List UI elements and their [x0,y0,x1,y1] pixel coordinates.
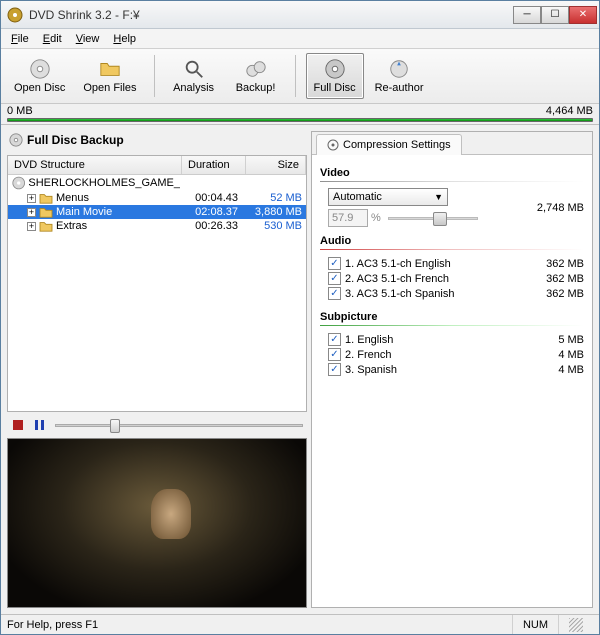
menu-help[interactable]: Help [107,31,142,47]
left-pane: Full Disc Backup DVD Structure Duration … [7,131,307,608]
menu-view[interactable]: View [70,31,106,47]
check-row[interactable]: ✓3. AC3 5.1-ch Spanish362 MB [328,286,584,301]
menu-file[interactable]: File [5,31,35,47]
reauthor-button[interactable]: Re-author [368,53,431,99]
maximize-button[interactable]: ☐ [541,6,569,24]
tree-header: DVD Structure Duration Size [8,156,306,175]
gear-icon [327,139,339,151]
minimize-button[interactable]: ─ [513,6,541,24]
percent-label: % [371,212,381,224]
checkbox[interactable]: ✓ [328,348,341,361]
magnifier-icon [183,58,205,80]
check-row[interactable]: ✓1. English5 MB [328,332,584,347]
toolbar-separator [295,55,296,97]
ratio-slider[interactable] [388,209,478,227]
check-row[interactable]: ✓1. AC3 5.1-ch English362 MB [328,256,584,271]
backup-icon [245,58,267,80]
video-size-label: 2,748 MB [537,202,584,214]
menubar: File Edit View Help [1,29,599,49]
checkbox[interactable]: ✓ [328,333,341,346]
status-num: NUM [512,615,558,634]
reauthor-icon [388,58,410,80]
preview-pane [7,438,307,608]
titlebar: DVD Shrink 3.2 - F:¥ ─ ☐ ✕ [1,1,599,29]
tab-compression-settings[interactable]: Compression Settings [316,134,462,155]
checkbox[interactable]: ✓ [328,257,341,270]
preview-controls [7,416,307,434]
col-structure[interactable]: DVD Structure [8,156,182,174]
window-title: DVD Shrink 3.2 - F:¥ [29,8,513,22]
ratio-input [328,209,368,227]
tree-row[interactable]: + Main Movie02:08.373,880 MB [8,205,306,219]
col-duration[interactable]: Duration [182,156,246,174]
backup-button[interactable]: Backup! [227,53,285,99]
full-disc-button[interactable]: Full Disc [306,53,364,99]
size-right-label: 4,464 MB [546,105,593,117]
open-disc-button[interactable]: Open Disc [7,53,72,99]
expander-icon[interactable]: + [27,208,36,217]
check-row[interactable]: ✓2. French4 MB [328,347,584,362]
open-files-button[interactable]: Open Files [76,53,143,99]
checkbox[interactable]: ✓ [328,363,341,376]
folder-icon [39,220,53,232]
chevron-down-icon: ▼ [434,192,443,202]
stop-button[interactable] [11,418,25,432]
folder-open-icon [99,58,121,80]
expander-icon[interactable]: + [27,194,36,203]
compression-mode-dropdown[interactable]: Automatic ▼ [328,188,448,206]
right-pane: Compression Settings Video Automatic ▼ % [311,131,593,608]
app-icon [7,7,23,23]
app-window: DVD Shrink 3.2 - F:¥ ─ ☐ ✕ File Edit Vie… [0,0,600,635]
checkbox[interactable]: ✓ [328,287,341,300]
tree-root[interactable]: SHERLOCKHOLMES_GAME_ [8,175,306,191]
preview-slider[interactable] [55,418,303,432]
video-section-title: Video [320,167,584,179]
full-disc-icon [324,58,346,80]
size-bar: 0 MB 4,464 MB [1,104,599,124]
folder-icon [39,192,53,204]
dvd-structure-tree[interactable]: DVD Structure Duration Size SHERLOCKHOLM… [7,155,307,412]
tree-row[interactable]: + Extras00:26.33530 MB [8,219,306,233]
statusbar: For Help, press F1 NUM [1,614,599,634]
tree-row[interactable]: + Menus00:04.4352 MB [8,191,306,205]
analysis-button[interactable]: Analysis [165,53,223,99]
menu-edit[interactable]: Edit [37,31,68,47]
toolbar: Open Disc Open Files Analysis Backup! Fu… [1,49,599,104]
tabs: Compression Settings [312,132,592,155]
check-row[interactable]: ✓2. AC3 5.1-ch French362 MB [328,271,584,286]
size-bar-fill [7,118,593,122]
checkbox[interactable]: ✓ [328,272,341,285]
size-left-label: 0 MB [7,105,33,117]
left-heading: Full Disc Backup [7,131,307,151]
content-area: Full Disc Backup DVD Structure Duration … [1,124,599,614]
col-size[interactable]: Size [246,156,306,174]
expander-icon[interactable]: + [27,222,36,231]
subpicture-section-title: Subpicture [320,311,584,323]
disc-icon [9,133,23,147]
resize-grip[interactable] [569,618,583,632]
folder-icon [39,206,53,218]
close-button[interactable]: ✕ [569,6,597,24]
disc-icon [29,58,51,80]
audio-section-title: Audio [320,235,584,247]
pause-button[interactable] [33,418,47,432]
status-help: For Help, press F1 [7,619,98,631]
check-row[interactable]: ✓3. Spanish4 MB [328,362,584,377]
toolbar-separator [154,55,155,97]
tab-content: Video Automatic ▼ % 2,748 [312,155,592,607]
